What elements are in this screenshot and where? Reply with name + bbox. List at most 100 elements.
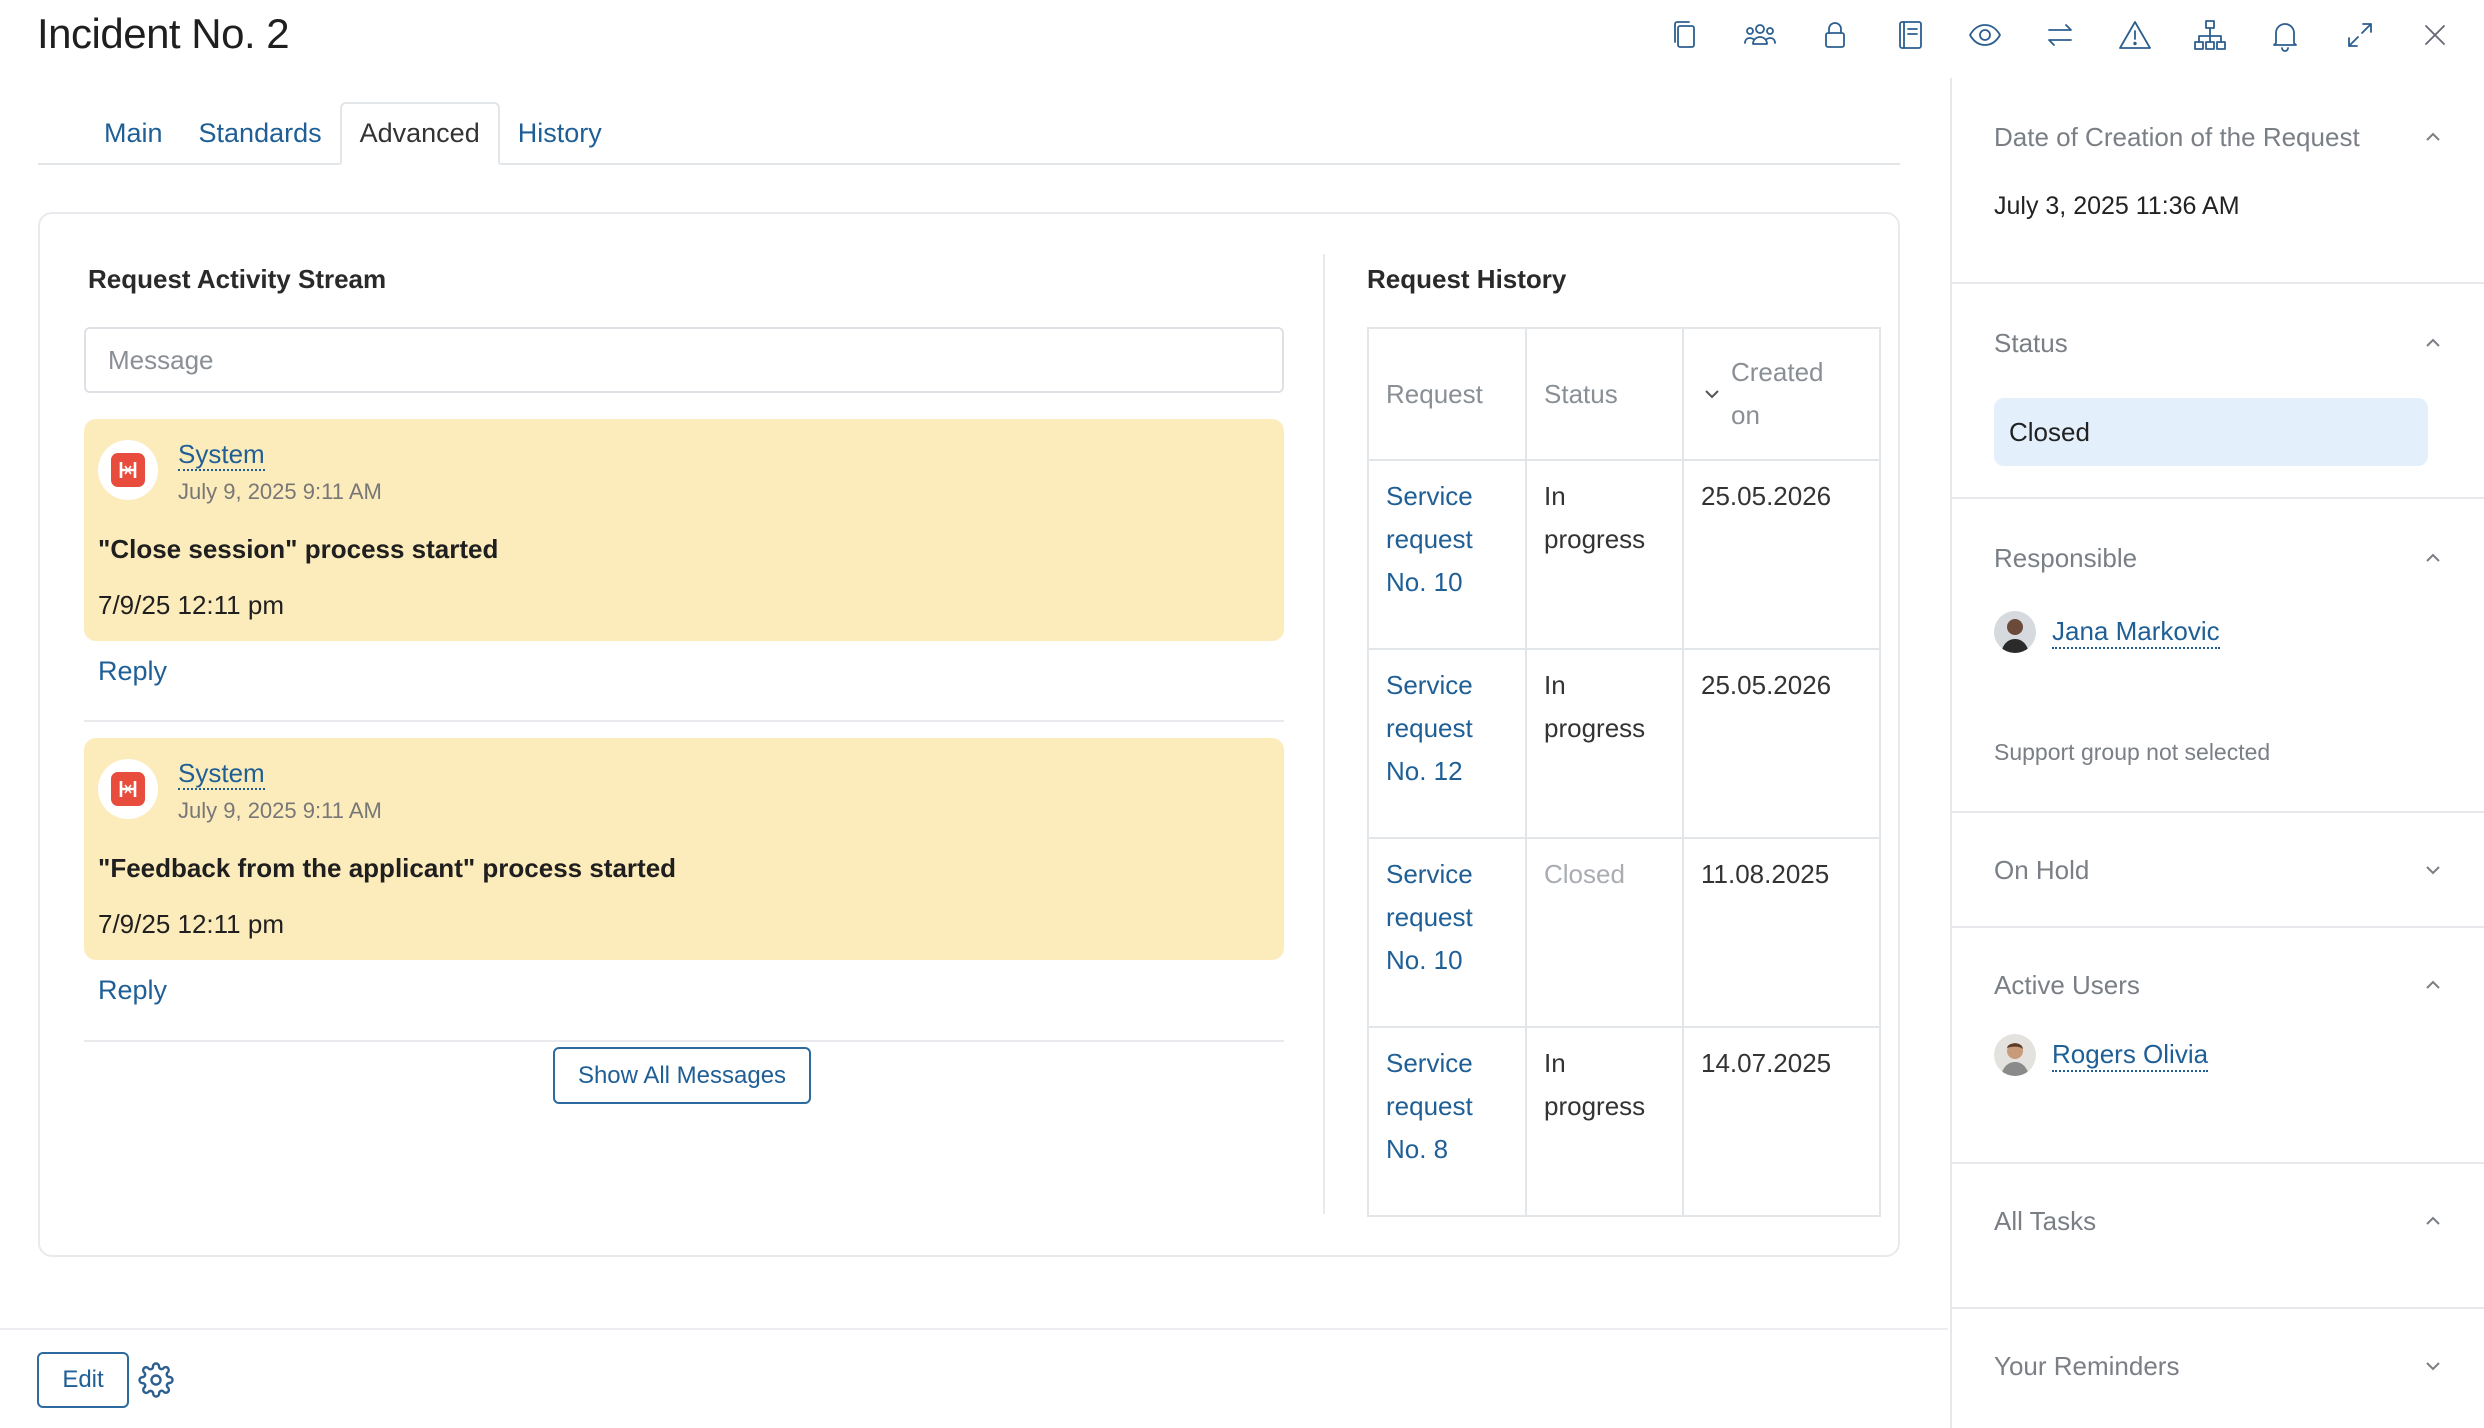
column-divider xyxy=(1323,254,1325,1214)
participants-button[interactable] xyxy=(1722,10,1797,60)
responsible-user-name[interactable]: Jana Markovic xyxy=(2052,615,2220,649)
eye-icon xyxy=(1968,24,2001,46)
sort-descending-icon xyxy=(1705,390,1719,399)
tab-history[interactable]: History xyxy=(500,102,620,165)
close-button[interactable] xyxy=(2397,10,2472,60)
responsible-section: Responsible Jana Markovic Support group … xyxy=(1952,499,2484,813)
footer-divider xyxy=(0,1328,1948,1330)
request-link[interactable]: Service request No. 8 xyxy=(1367,1026,1527,1217)
responsible-label: Responsible xyxy=(1994,543,2138,573)
table-row: Service request No. 10 In progress 25.05… xyxy=(1367,459,1881,650)
edit-button[interactable]: Edit xyxy=(37,1352,129,1408)
reminders-section: Your Reminders xyxy=(1952,1309,2484,1428)
activity-post: System July 9, 2025 9:11 AM "Feedback fr… xyxy=(84,738,1284,960)
post-date: 7/9/25 12:11 pm xyxy=(98,590,284,620)
hierarchy-icon xyxy=(2193,20,2226,50)
show-all-messages-button[interactable]: Show All Messages xyxy=(553,1047,811,1104)
reply-link[interactable]: Reply xyxy=(98,975,167,1006)
status-label: Status xyxy=(1994,328,2068,358)
transfer-button[interactable] xyxy=(2022,10,2097,60)
request-status: Closed xyxy=(1525,837,1684,1028)
active-users-section: Active Users Rogers Olivia xyxy=(1952,928,2484,1164)
bell-icon xyxy=(2272,23,2297,52)
tab-bar: Main Standards Advanced History xyxy=(38,102,1900,165)
main-panel: Main Standards Advanced History Request … xyxy=(0,78,1948,1408)
active-users-label: Active Users xyxy=(1994,970,2140,1000)
request-history-table: Request Status Created on Service reques… xyxy=(1367,327,1881,1217)
support-group-note: Support group not selected xyxy=(1994,739,2271,765)
escalate-button[interactable] xyxy=(2097,10,2172,60)
lock-button[interactable] xyxy=(1797,10,1872,60)
status-value[interactable]: Closed xyxy=(1994,398,2428,466)
expand-icon xyxy=(2347,23,2372,47)
copy-button[interactable] xyxy=(1647,10,1722,60)
request-status: In progress xyxy=(1525,459,1684,650)
tab-standards[interactable]: Standards xyxy=(181,102,340,165)
creation-date-value: July 3, 2025 11:36 AM xyxy=(1994,192,2240,220)
system-avatar xyxy=(98,440,158,500)
request-history-title: Request History xyxy=(1367,264,1567,294)
activity-stream-title: Request Activity Stream xyxy=(88,264,387,294)
activity-post: System July 9, 2025 9:11 AM "Close sessi… xyxy=(84,419,1284,641)
chevron-down-icon[interactable] xyxy=(2422,859,2444,881)
creation-date-label: Date of Creation of the Request xyxy=(1994,122,2360,152)
gear-icon[interactable] xyxy=(138,1362,174,1398)
table-row: Service request No. 12 In progress 25.05… xyxy=(1367,648,1881,839)
active-user: Rogers Olivia xyxy=(1994,1034,2209,1076)
chevron-up-icon[interactable] xyxy=(2422,1210,2444,1232)
chevron-up-icon[interactable] xyxy=(2422,547,2444,569)
lock-icon xyxy=(1824,22,1845,48)
post-text: "Feedback from the applicant" process st… xyxy=(98,853,677,883)
advanced-card: Request Activity Stream System July 9, 2… xyxy=(38,212,1900,1257)
post-author[interactable]: System xyxy=(178,758,265,790)
chevron-up-icon[interactable] xyxy=(2422,974,2444,996)
request-created: 25.05.2026 xyxy=(1682,648,1881,839)
request-link[interactable]: Service request No. 10 xyxy=(1367,459,1527,650)
system-avatar xyxy=(98,759,158,819)
post-divider xyxy=(84,720,1284,722)
system-logo-icon xyxy=(111,772,145,806)
notifications-button[interactable] xyxy=(2247,10,2322,60)
request-link[interactable]: Service request No. 12 xyxy=(1367,648,1527,839)
watch-button[interactable] xyxy=(1947,10,2022,60)
chevron-down-icon[interactable] xyxy=(2422,1355,2444,1377)
on-hold-section: On Hold xyxy=(1952,813,2484,928)
knowledge-base-button[interactable] xyxy=(1872,10,1947,60)
status-section: Status Closed xyxy=(1952,284,2484,499)
request-status: In progress xyxy=(1525,1026,1684,1217)
copy-icon xyxy=(1673,21,1695,48)
active-user-name[interactable]: Rogers Olivia xyxy=(2052,1038,2209,1072)
avatar xyxy=(1994,1034,2036,1076)
column-header-status[interactable]: Status xyxy=(1525,327,1684,461)
post-timestamp: July 9, 2025 9:11 AM xyxy=(178,798,382,823)
post-timestamp: July 9, 2025 9:11 AM xyxy=(178,479,382,504)
tab-advanced[interactable]: Advanced xyxy=(339,102,500,165)
reply-link[interactable]: Reply xyxy=(98,656,167,687)
column-header-request[interactable]: Request xyxy=(1367,327,1527,461)
chevron-up-icon[interactable] xyxy=(2422,332,2444,354)
tab-main[interactable]: Main xyxy=(86,102,181,165)
swap-icon xyxy=(2047,24,2072,46)
structure-button[interactable] xyxy=(2172,10,2247,60)
request-created: 25.05.2026 xyxy=(1682,459,1881,650)
close-icon xyxy=(2424,25,2445,45)
all-tasks-label: All Tasks xyxy=(1994,1206,2097,1236)
table-row: Service request No. 10 Closed 11.08.2025 xyxy=(1367,837,1881,1028)
responsible-user: Jana Markovic xyxy=(1994,611,2220,653)
post-author[interactable]: System xyxy=(178,439,265,471)
all-tasks-section: All Tasks xyxy=(1952,1164,2484,1309)
column-header-created-label: Created on xyxy=(1731,357,1824,430)
expand-button[interactable] xyxy=(2322,10,2397,60)
on-hold-label: On Hold xyxy=(1994,855,2090,885)
request-created: 14.07.2025 xyxy=(1682,1026,1881,1217)
table-header-row: Request Status Created on xyxy=(1367,327,1881,461)
request-created: 11.08.2025 xyxy=(1682,837,1881,1028)
message-input[interactable] xyxy=(84,327,1284,393)
request-link[interactable]: Service request No. 10 xyxy=(1367,837,1527,1028)
column-header-created[interactable]: Created on xyxy=(1682,327,1881,461)
avatar xyxy=(1994,611,2036,653)
creation-date-section: Date of Creation of the Request July 3, … xyxy=(1952,78,2484,284)
post-text: "Close session" process started xyxy=(98,534,499,564)
chevron-up-icon[interactable] xyxy=(2422,126,2444,148)
post-date: 7/9/25 12:11 pm xyxy=(98,909,284,939)
